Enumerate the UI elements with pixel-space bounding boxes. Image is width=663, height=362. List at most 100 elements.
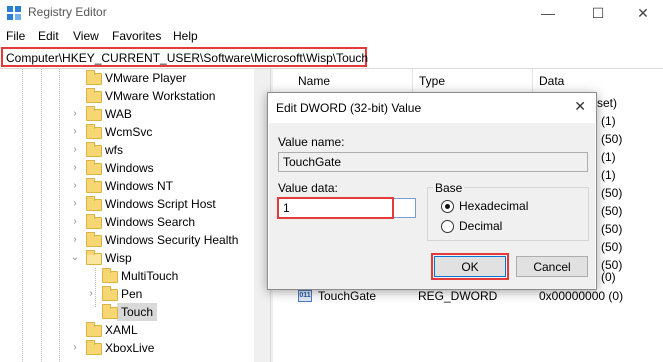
folder-icon <box>86 232 102 247</box>
value-data-highlight <box>277 197 394 219</box>
folder-icon <box>86 70 102 85</box>
tree-item-label: VMware Player <box>105 71 187 85</box>
column-header-type[interactable]: Type <box>413 69 533 93</box>
dword-value-icon: 011 <box>298 290 312 302</box>
chevron-right-icon[interactable]: › <box>70 343 80 353</box>
chevron-right-icon[interactable]: › <box>70 235 80 245</box>
tree-item-windows-script-host[interactable]: › Windows Script Host <box>0 195 254 213</box>
hexadecimal-radio[interactable] <box>441 200 454 213</box>
chevron-right-icon[interactable]: › <box>70 181 80 191</box>
address-bar[interactable]: Computer\HKEY_CURRENT_USER\Software\Micr… <box>1 47 369 67</box>
menu-edit[interactable]: Edit <box>38 29 59 43</box>
value-data: 0x00000000 (0) <box>539 289 624 303</box>
tree-item-label: Touch <box>121 305 154 319</box>
tree-item-windows-nt[interactable]: › Windows NT <box>0 177 254 195</box>
tree-item-label: Windows Security Health <box>105 233 239 247</box>
tree-item-wab[interactable]: › WAB <box>0 105 254 123</box>
folder-icon <box>86 196 102 211</box>
chevron-right-icon[interactable]: › <box>70 127 80 137</box>
open-folder-icon <box>86 250 102 265</box>
cancel-button[interactable]: Cancel <box>516 256 588 277</box>
tree-item-windows-search[interactable]: › Windows Search <box>0 213 254 231</box>
ok-button-highlight <box>431 253 509 280</box>
window-title: Registry Editor <box>28 5 107 19</box>
list-data-cell: (50) <box>601 222 623 236</box>
folder-icon <box>86 340 102 355</box>
tree-item-wfs[interactable]: › wfs <box>0 141 254 159</box>
tree-item-xboxlive[interactable]: › XboxLive <box>0 339 254 357</box>
tree-item-label: WAB <box>105 107 132 121</box>
folder-icon <box>86 124 102 139</box>
list-data-cell: (0) <box>601 270 616 284</box>
chevron-right-icon[interactable]: › <box>70 109 80 119</box>
minimize-button[interactable]: — <box>525 0 571 26</box>
list-data-cell: (1) <box>601 168 616 182</box>
tree-item-label: Windows NT <box>105 179 174 193</box>
chevron-right-icon[interactable]: › <box>86 289 96 299</box>
menu-view[interactable]: View <box>73 29 99 43</box>
chevron-right-icon[interactable]: › <box>70 199 80 209</box>
list-data-cell: set) <box>597 96 618 110</box>
folder-icon <box>86 142 102 157</box>
value-name-field: TouchGate <box>278 152 588 172</box>
folder-icon <box>86 88 102 103</box>
chevron-down-icon[interactable]: ⌄ <box>70 253 80 263</box>
tree-item-vmware-workstation[interactable]: VMware Workstation <box>0 87 254 105</box>
tree-item-label: Windows Script Host <box>105 197 216 211</box>
tree-item-label: MultiTouch <box>121 269 179 283</box>
decimal-radio[interactable] <box>441 220 454 233</box>
dialog-body: Value name: TouchGate Value data: 1 Base… <box>269 123 595 289</box>
registry-app-icon <box>7 6 21 20</box>
list-data-cell: (1) <box>601 150 616 164</box>
tree-item-windows-security-health[interactable]: › Windows Security Health <box>0 231 254 249</box>
hexadecimal-label: Hexadecimal <box>459 199 529 213</box>
registry-editor-window: Registry Editor — ☐ ✕ File Edit View Fav… <box>0 0 663 362</box>
column-header-name[interactable]: Name <box>292 69 413 93</box>
list-data-cell: (1) <box>601 114 616 128</box>
dialog-close-button[interactable]: ✕ <box>574 98 586 115</box>
folder-icon <box>86 106 102 121</box>
folder-icon <box>86 322 102 337</box>
tree-item-pen[interactable]: › Pen <box>0 285 254 303</box>
tree-item-label: XboxLive <box>105 341 155 355</box>
close-window-button[interactable]: ✕ <box>620 0 663 26</box>
list-data-cell: (50) <box>601 240 623 254</box>
folder-icon <box>102 286 118 301</box>
tree-item-xaml[interactable]: XAML <box>0 321 254 339</box>
base-label: Base <box>433 181 465 195</box>
tree-item-label: WcmSvc <box>105 125 153 139</box>
menu-file[interactable]: File <box>6 29 25 43</box>
tree-item-wisp[interactable]: ⌄ Wisp <box>0 249 254 267</box>
tree-item-label: Wisp <box>105 251 132 265</box>
value-type: REG_DWORD <box>418 289 498 303</box>
tree-item-windows[interactable]: › Windows <box>0 159 254 177</box>
tree-item-label: Pen <box>121 287 143 301</box>
chevron-right-icon[interactable]: › <box>70 163 80 173</box>
list-data-cell: (50) <box>601 132 623 146</box>
value-data-label: Value data: <box>278 181 338 195</box>
tree-item-touch[interactable]: Touch <box>0 303 254 321</box>
address-path: Computer\HKEY_CURRENT_USER\Software\Micr… <box>6 51 369 65</box>
list-data-cell: (50) <box>601 186 623 200</box>
tree-item-multitouch[interactable]: MultiTouch <box>0 267 254 285</box>
chevron-right-icon[interactable]: › <box>70 217 80 227</box>
key-tree: VMware Player VMware Workstation › WAB ›… <box>0 69 270 362</box>
tree-item-wcmsvc[interactable]: › WcmSvc <box>0 123 254 141</box>
maximize-button[interactable]: ☐ <box>575 0 621 26</box>
column-header-data[interactable]: Data <box>533 69 663 93</box>
dialog-title: Edit DWORD (32-bit) Value <box>276 101 422 115</box>
list-row-touchgate[interactable]: 011 TouchGate REG_DWORD 0x00000000 (0) <box>296 288 663 306</box>
folder-icon <box>102 268 118 283</box>
tree-item-label: Windows Search <box>105 215 196 229</box>
folder-icon <box>86 214 102 229</box>
tree-item-vmware-player[interactable]: VMware Player <box>0 69 254 87</box>
folder-icon <box>86 178 102 193</box>
chevron-right-icon[interactable]: › <box>70 145 80 155</box>
base-groupbox <box>427 187 589 241</box>
list-data-cell: (50) <box>601 204 623 218</box>
menu-bar <box>0 26 663 46</box>
menu-help[interactable]: Help <box>173 29 198 43</box>
menu-favorites[interactable]: Favorites <box>112 29 161 43</box>
decimal-label: Decimal <box>459 219 503 233</box>
value-name: TouchGate <box>318 289 377 303</box>
